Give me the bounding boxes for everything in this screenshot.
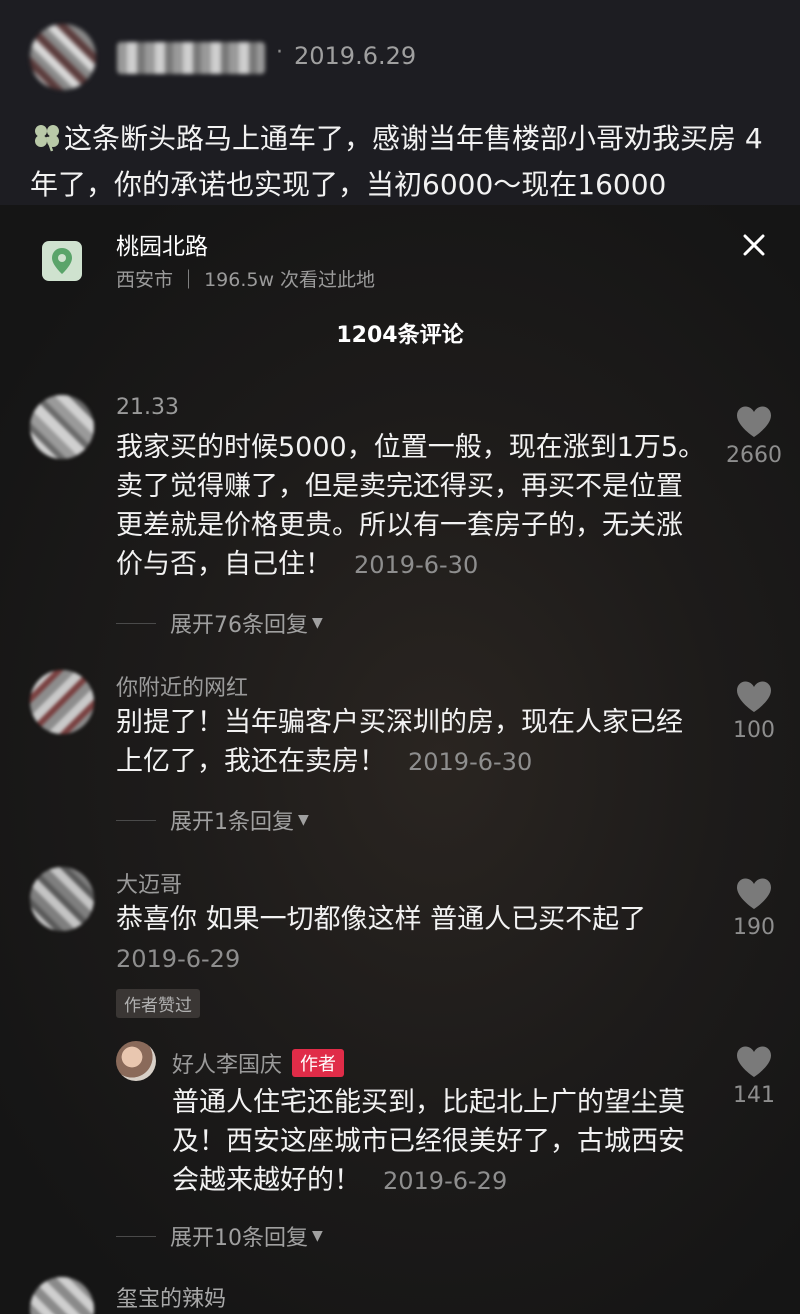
comments-panel: 桃园北路 西安市 ｜ 196.5w 次看过此地 1204条评论 21.33 我家… [0,205,800,1314]
expand-replies-button[interactable]: 展开10条回复 ▼ [116,1220,323,1252]
poster-avatar[interactable] [30,24,96,90]
post-date: 2019.6.29 [294,42,417,70]
avatar[interactable] [30,670,94,734]
comment-text[interactable]: 我家买的时候5000，位置一般，现在涨到1万5。卖了觉得赚了，但是卖完还得买，再… [116,428,706,585]
comment-body: 恭喜你 如果一切都像这样 普通人已买不起了 [116,904,647,935]
expand-replies-button[interactable]: 展开76条回复 ▼ [116,607,323,639]
poster-name-blurred[interactable] [117,42,265,74]
caret-down-icon: ▼ [298,812,309,828]
heart-icon [737,878,771,909]
comment-body: 别提了！当年骗客户买深圳的房，现在人家已经上亿了，我还在卖房！ [116,707,683,777]
comment-date: 2019-6-30 [408,748,533,776]
location-subtitle: 西安市 ｜ 196.5w 次看过此地 [116,269,376,291]
comment-text[interactable]: 别提了！当年骗客户买深圳的房，现在人家已经上亿了，我还在卖房！ 2019-6-30 [116,703,706,782]
post-caption-text: 这条断头路马上通车了，感谢当年售楼部小哥劝我买房 4年了，你的承诺也实现了，当初… [30,122,763,201]
reply-username-text: 好人李国庆 [172,1053,283,1078]
caret-down-icon: ▼ [312,615,323,631]
avatar[interactable] [30,395,94,459]
heart-icon [737,681,771,712]
comments-count: 1204条评论 [336,323,464,348]
comment-username[interactable]: 大迈哥 [116,867,182,899]
expand-replies-label: 展开1条回复 [170,810,294,835]
like-button[interactable]: 141 [718,1045,790,1108]
expand-replies-button[interactable]: 展开1条回复 ▼ [116,804,309,836]
close-icon [743,234,765,256]
post-header: · 2019.6.29 这条断头路马上通车了，感谢当年售楼部小哥劝我买房 4年了… [0,0,800,205]
separator-dot: · [276,40,283,65]
like-button[interactable]: 190 [718,877,790,940]
like-count: 190 [733,915,775,940]
comment-username[interactable]: 玺宝的辣妈 [116,1281,226,1313]
clover-icon [35,125,59,152]
comment-username[interactable]: 21.33 [116,395,179,420]
divider-line [116,819,156,821]
caret-down-icon: ▼ [312,1228,323,1244]
divider-line [116,1235,156,1237]
expand-replies-label: 展开10条回复 [170,1226,308,1251]
location-pin-icon[interactable] [42,241,82,281]
like-count: 141 [733,1083,775,1108]
divider-line [116,622,156,624]
expand-replies-label: 展开76条回复 [170,613,308,638]
reply-text[interactable]: 普通人住宅还能买到，比起北上广的望尘莫及！西安这座城市已经很美好了，古城西安会越… [172,1083,702,1201]
avatar[interactable] [30,867,94,931]
author-liked-tag: 作者赞过 [116,989,200,1018]
comment-text[interactable]: 恭喜你 如果一切都像这样 普通人已买不起了 [116,900,706,939]
close-button[interactable] [736,227,772,263]
comment-username[interactable]: 你附近的网红 [116,670,248,702]
post-caption: 这条断头路马上通车了，感谢当年售楼部小哥劝我买房 4年了，你的承诺也实现了，当初… [30,116,770,208]
reply-date: 2019-6-29 [383,1167,508,1195]
avatar[interactable] [116,1041,156,1081]
heart-icon [737,1046,771,1077]
like-button[interactable]: 2660 [718,405,790,468]
like-count: 100 [733,718,775,743]
comment-date: 2019-6-29 [116,945,241,973]
heart-icon [737,406,771,437]
reply-username[interactable]: 好人李国庆 作者 [172,1047,345,1079]
comment-date: 2019-6-30 [354,551,479,579]
avatar[interactable] [30,1277,94,1314]
like-button[interactable]: 100 [718,680,790,743]
location-title[interactable]: 桃园北路 [116,227,208,261]
like-count: 2660 [726,443,782,468]
author-badge: 作者 [292,1049,345,1077]
